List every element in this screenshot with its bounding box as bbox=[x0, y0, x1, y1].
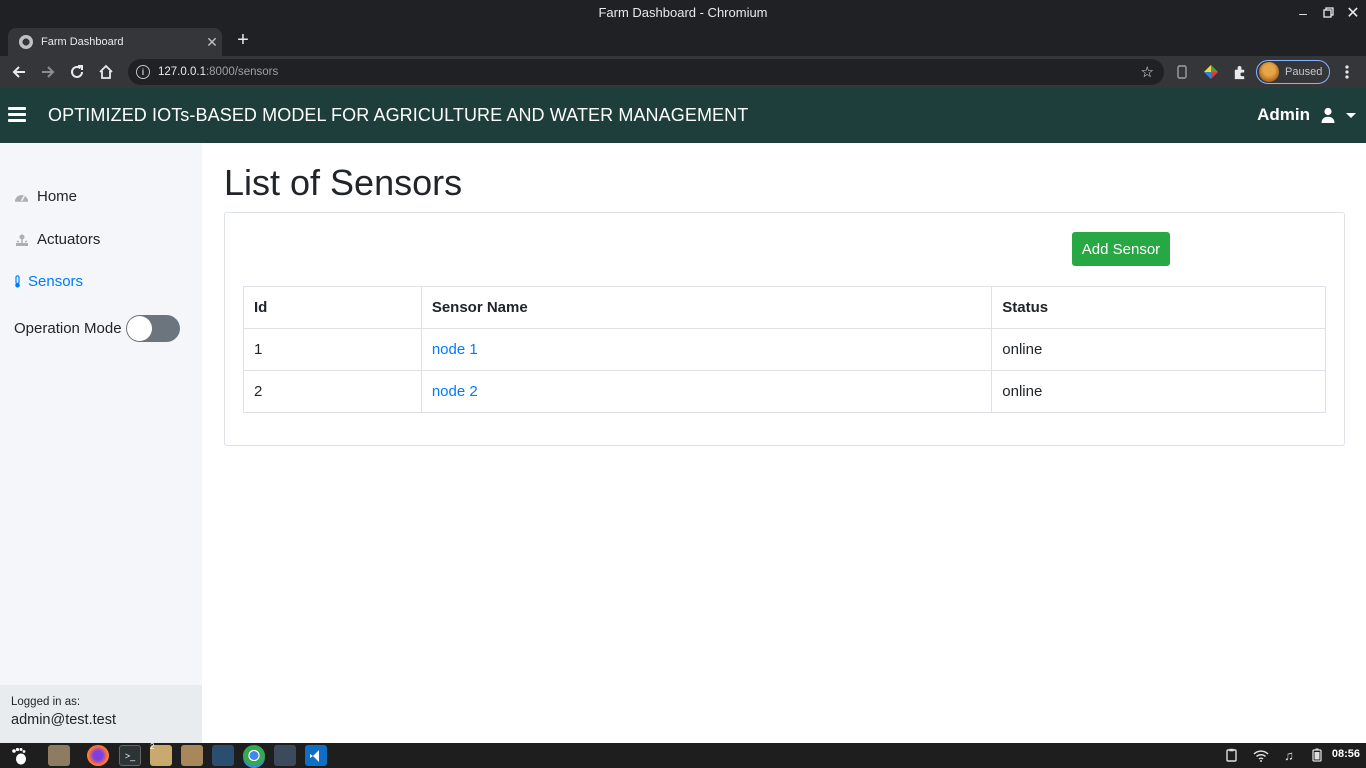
add-sensor-button[interactable]: Add Sensor bbox=[1072, 232, 1170, 266]
extensions-puzzle-icon[interactable] bbox=[1227, 60, 1251, 84]
window-title: Farm Dashboard - Chromium bbox=[598, 5, 768, 20]
page-title: List of Sensors bbox=[224, 162, 463, 203]
chromium-icon[interactable] bbox=[243, 745, 265, 766]
globe-icon bbox=[19, 35, 33, 49]
firefox-icon[interactable] bbox=[87, 745, 109, 766]
chevron-down-icon bbox=[1346, 112, 1356, 118]
profile-button[interactable]: Paused bbox=[1256, 60, 1330, 84]
maximize-icon[interactable] bbox=[1315, 0, 1341, 25]
vscode-icon[interactable] bbox=[305, 745, 327, 766]
browser-toolbar: i 127.0.0.1:8000/sensors ☆ Paused bbox=[0, 56, 1366, 88]
sensors-card: Add Sensor Id Sensor Name Status 1 node … bbox=[224, 212, 1345, 446]
new-tab-icon[interactable]: + bbox=[232, 30, 254, 52]
sidebar-footer: Logged in as: admin@test.test bbox=[0, 685, 202, 743]
sidebar-item-label: Actuators bbox=[37, 231, 101, 248]
sensor-id: 2 bbox=[243, 370, 422, 413]
taskbar-badge: 2 bbox=[150, 742, 155, 751]
operation-mode: Operation Mode bbox=[14, 315, 180, 342]
color-extension-icon[interactable] bbox=[1199, 60, 1223, 84]
device-icon[interactable] bbox=[1170, 60, 1194, 84]
table-row: 1 node 1 online bbox=[243, 328, 1326, 371]
archive-icon[interactable] bbox=[181, 745, 203, 766]
sensor-name-link[interactable]: node 1 bbox=[432, 341, 478, 358]
sidebar-item-home[interactable]: Home bbox=[14, 188, 77, 205]
thermometer-icon bbox=[14, 275, 23, 289]
sensor-status: online bbox=[991, 370, 1326, 413]
table-row: 2 node 2 online bbox=[243, 370, 1326, 413]
sprinkler-icon bbox=[14, 233, 30, 247]
url-host: 127.0.0.1 bbox=[158, 66, 206, 78]
close-tab-icon[interactable]: ✕ bbox=[202, 34, 222, 51]
url-path: :8000/sensors bbox=[205, 66, 279, 78]
bookmark-star-icon[interactable]: ☆ bbox=[1141, 63, 1154, 81]
terminal-icon[interactable]: >_ bbox=[119, 745, 141, 766]
column-header-id: Id bbox=[243, 286, 422, 329]
close-window-icon[interactable]: ✕ bbox=[1340, 0, 1366, 25]
user-menu[interactable]: Admin bbox=[1257, 105, 1356, 125]
browser-tab[interactable]: Farm Dashboard ✕ bbox=[8, 28, 222, 56]
profile-status: Paused bbox=[1285, 66, 1323, 78]
database-icon[interactable] bbox=[212, 745, 234, 766]
gnome-foot-icon[interactable] bbox=[8, 745, 30, 766]
kebab-menu-icon[interactable] bbox=[1335, 60, 1359, 84]
tab-title: Farm Dashboard bbox=[41, 36, 124, 48]
sidebar-item-actuators[interactable]: Actuators bbox=[14, 231, 100, 248]
files-icon[interactable] bbox=[48, 745, 70, 766]
sidebar-item-label: Sensors bbox=[28, 273, 84, 290]
sensor-status: online bbox=[991, 328, 1326, 371]
app-brand-title: OPTIMIZED IOTs-BASED MODEL FOR AGRICULTU… bbox=[48, 105, 749, 125]
clipboard-icon[interactable] bbox=[1222, 746, 1240, 764]
tab-strip: Farm Dashboard ✕ + bbox=[0, 25, 1366, 56]
address-bar[interactable]: i 127.0.0.1:8000/sensors ☆ bbox=[128, 59, 1164, 85]
user-icon bbox=[1320, 107, 1336, 123]
avatar bbox=[1259, 62, 1279, 82]
sidebar-item-label: Home bbox=[37, 188, 78, 205]
clock[interactable]: 08:56 bbox=[1332, 748, 1360, 760]
minimize-icon[interactable]: – bbox=[1290, 0, 1316, 25]
wifi-icon[interactable] bbox=[1252, 746, 1270, 764]
table-header-row: Id Sensor Name Status bbox=[243, 286, 1326, 329]
window-titlebar: Farm Dashboard - Chromium – ✕ bbox=[0, 0, 1366, 25]
battery-icon[interactable] bbox=[1308, 746, 1326, 764]
tachometer-icon bbox=[14, 190, 30, 204]
home-icon[interactable] bbox=[94, 60, 118, 84]
reload-icon[interactable] bbox=[65, 60, 89, 84]
screenshot-icon[interactable] bbox=[274, 745, 296, 766]
logged-in-label: Logged in as: bbox=[11, 696, 81, 708]
folder-icon[interactable]: 2 bbox=[150, 742, 172, 766]
music-icon[interactable]: ♫ bbox=[1280, 746, 1298, 764]
column-header-sensor-name: Sensor Name bbox=[420, 286, 993, 329]
os-taskbar: >_ 2 ♫ 08:56 bbox=[0, 742, 1366, 768]
operation-mode-label: Operation Mode bbox=[14, 320, 122, 337]
sensor-id: 1 bbox=[243, 328, 422, 371]
sensor-name-link[interactable]: node 2 bbox=[432, 383, 478, 400]
sidebar-item-sensors[interactable]: Sensors bbox=[14, 273, 83, 290]
sensor-name-cell: node 1 bbox=[420, 328, 993, 371]
sensors-table: Id Sensor Name Status 1 node 1 online 2 … bbox=[243, 286, 1326, 413]
forward-icon[interactable] bbox=[36, 60, 60, 84]
column-header-status: Status bbox=[991, 286, 1326, 329]
operation-mode-toggle[interactable] bbox=[125, 315, 180, 342]
back-icon[interactable] bbox=[7, 60, 31, 84]
logged-in-email: admin@test.test bbox=[11, 712, 116, 728]
info-icon[interactable]: i bbox=[136, 65, 150, 79]
sensor-name-cell: node 2 bbox=[420, 370, 993, 413]
hamburger-menu-icon[interactable] bbox=[8, 107, 26, 123]
app-navbar: OPTIMIZED IOTs-BASED MODEL FOR AGRICULTU… bbox=[0, 88, 1366, 143]
sidebar: Home Actuators Sensors Operation Mode Lo… bbox=[0, 143, 202, 743]
user-name: Admin bbox=[1257, 105, 1310, 124]
